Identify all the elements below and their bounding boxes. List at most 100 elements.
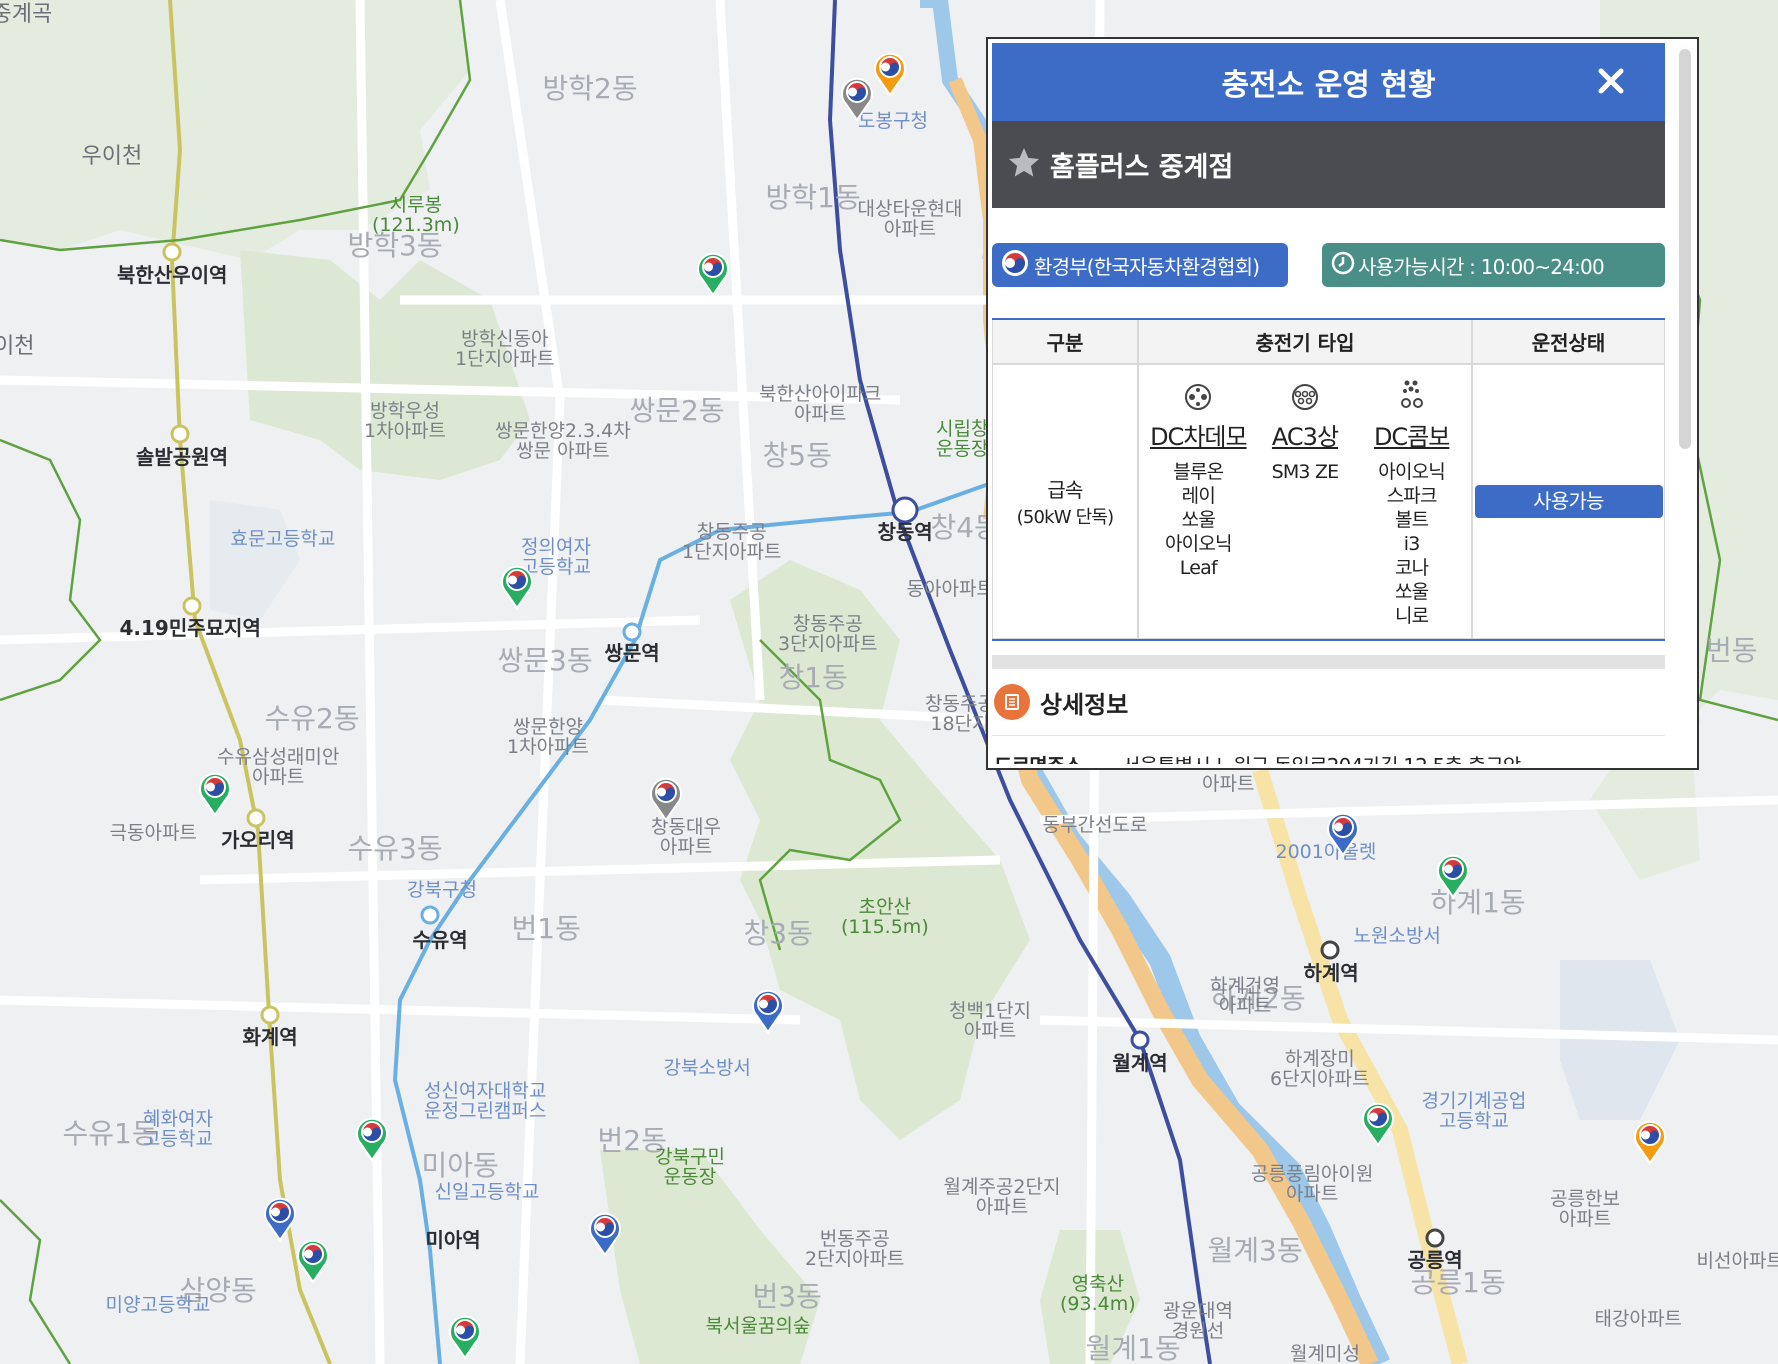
map-label: 동아아파트	[906, 578, 994, 600]
map-label: 번동	[1706, 633, 1758, 667]
map-label: 하계장미 6단지아파트	[1270, 1048, 1370, 1090]
address-value: 서울특별시 노원구 동일로204가길 12 5층 출구앞	[1122, 750, 1521, 764]
info-badges: 환경부(한국자동차환경협회) 사용가능시간 : 10:00~24:00	[992, 208, 1665, 307]
map-label: 대상타운현대 아파트	[857, 198, 963, 240]
charger-type: AC3상 SM3 ZE	[1255, 375, 1355, 484]
map-label: 북한산아이파크 아파트	[759, 383, 882, 425]
map-label: 초안산 (115.5m)	[841, 896, 929, 938]
charging-station-marker-icon[interactable]	[1632, 1117, 1668, 1165]
status-available-button[interactable]: 사용가능	[1474, 485, 1663, 518]
government-emblem-icon	[1000, 248, 1030, 283]
station-info-popup: 충전소 운영 현황 홈플러스 중계점 환경부(한국자동차환경협회) 사용가능시간…	[986, 37, 1699, 770]
map-label: 번1동	[511, 911, 581, 945]
charger-type-link[interactable]: DC콤보	[1374, 417, 1450, 452]
charging-station-marker-icon[interactable]	[354, 1114, 390, 1162]
category-cell: 급속 (50kW 단독)	[992, 364, 1138, 639]
close-icon[interactable]	[1591, 61, 1631, 101]
dc-combo-plug-icon	[1395, 375, 1429, 411]
map-label: 화계역	[242, 1024, 298, 1049]
map-label: 방학신동아 1단지아파트	[455, 328, 555, 370]
header-status: 운전상태	[1472, 320, 1665, 364]
map-label: 미아동	[421, 1148, 499, 1182]
map-label: 북서울꿈의숲	[705, 1315, 811, 1337]
map-label: 극동아파트	[109, 822, 197, 844]
map-label: 청백1단지 아파트	[949, 1000, 1032, 1042]
map-label: 노원소방서	[1353, 925, 1441, 947]
map-label: 태강아파트	[1594, 1308, 1682, 1330]
popup-title: 충전소 운영 현황	[1221, 68, 1436, 103]
detail-title: 상세정보	[1040, 690, 1129, 719]
charger-type-link[interactable]: AC3상	[1272, 417, 1339, 452]
charging-station-marker-icon[interactable]	[262, 1194, 298, 1242]
address-key: 도로명주소	[992, 750, 1122, 764]
map-label: 성신여자대학교 운정그린캠퍼스	[424, 1080, 547, 1122]
compatible-car: 코나	[1394, 557, 1429, 579]
charging-station-marker-icon[interactable]	[447, 1312, 483, 1360]
charging-station-marker-icon[interactable]	[197, 769, 233, 817]
charger-type-link[interactable]: DC차데모	[1150, 417, 1247, 452]
map-label: 창동주공 18단지	[925, 693, 995, 735]
list-icon	[994, 684, 1030, 720]
star-icon[interactable]	[1006, 145, 1042, 185]
map-label: 쌍문2동	[629, 393, 725, 427]
charging-station-marker-icon[interactable]	[1360, 1099, 1396, 1147]
charging-station-marker-icon[interactable]	[1325, 809, 1361, 857]
map-label: 미양고등학교	[105, 1294, 211, 1316]
header-charger-type: 충전기 타입	[1138, 320, 1472, 364]
charger-type: DC콤보 아이오닉 스파크 볼트 i3 코나 쏘울 니로	[1362, 375, 1462, 628]
map-label: 우이천	[81, 143, 143, 169]
table-row: 급속 (50kW 단독) DC차데모 블루온 레이 쏘울 아이오닉 Leaf AC3상 SM3…	[992, 364, 1665, 639]
map-label: 영축산 (93.4m)	[1060, 1273, 1136, 1315]
map-label: 창동역	[877, 519, 933, 544]
ac3-plug-icon	[1288, 375, 1322, 411]
map-label: 창동주공 3단지아파트	[778, 613, 878, 655]
charging-station-marker-icon[interactable]	[587, 1209, 623, 1257]
charging-station-marker-icon[interactable]	[695, 249, 731, 297]
map-label: 강북구청	[407, 879, 477, 901]
compatible-car: i3	[1403, 533, 1421, 555]
map-label: 4.19민주묘지역	[119, 615, 261, 640]
category-sub-label: (50kW 단독)	[1016, 507, 1115, 528]
compatible-car: 레이	[1181, 485, 1216, 507]
map-label: 비선아파트	[1696, 1250, 1778, 1272]
charging-station-marker-icon[interactable]	[295, 1236, 331, 1284]
map-label: 수유삼성래미안 아파트	[217, 746, 340, 788]
hours-text: 사용가능시간 : 10:00~24:00	[1358, 254, 1605, 279]
map-label: 강북소방서	[663, 1057, 751, 1079]
header-category: 구분	[992, 320, 1138, 364]
popup-scrollbar[interactable]	[1679, 49, 1691, 449]
map-label: 혜화여자 고등학교	[143, 1108, 213, 1150]
charging-station-marker-icon[interactable]	[499, 562, 535, 610]
compatible-car: 아이오닉	[1378, 461, 1446, 483]
compatible-car: 쏘울	[1181, 509, 1216, 531]
map-label: 쌍문역	[604, 640, 660, 665]
map-label: 이천	[0, 333, 35, 359]
map-label: 월계3동	[1207, 1233, 1303, 1267]
map-label: 창5동	[762, 438, 832, 472]
clock-icon	[1330, 250, 1356, 281]
charging-station-marker-icon[interactable]	[1435, 851, 1471, 899]
map-label: 아파트	[1202, 773, 1255, 795]
map-label: 공릉역	[1407, 1247, 1463, 1272]
map-label: 강북구민 운동장	[655, 1146, 725, 1188]
map-label: 동부간선도로	[1042, 814, 1148, 836]
charging-station-marker-icon[interactable]	[839, 74, 875, 122]
charging-station-marker-icon[interactable]	[872, 49, 908, 97]
address-row: 도로명주소 서울특별시 노원구 동일로204가길 12 5층 출구앞	[992, 735, 1665, 764]
map-label: 신일고등학교	[434, 1181, 540, 1203]
map-label: 중계곡	[0, 1, 53, 27]
map-label: 창동주공 1단지아파트	[682, 521, 782, 563]
map-label: 시루봉 (121.3m)	[372, 194, 460, 236]
map-label: 미아역	[425, 1227, 481, 1252]
map-label: 하계건영 아파트	[1210, 975, 1280, 1017]
map-label: 월계미성	[1290, 1343, 1360, 1364]
map-label: 번3동	[752, 1279, 822, 1313]
section-divider	[992, 655, 1665, 669]
map-label: 방학1동	[765, 180, 861, 214]
map-label: 시립창 운동장	[936, 418, 989, 460]
charging-station-marker-icon[interactable]	[750, 986, 786, 1034]
station-name: 홈플러스 중계점	[1050, 152, 1234, 183]
charging-station-marker-icon[interactable]	[648, 774, 684, 822]
map-label: 방학2동	[542, 71, 638, 105]
map-label: 번동주공 2단지아파트	[805, 1228, 905, 1270]
